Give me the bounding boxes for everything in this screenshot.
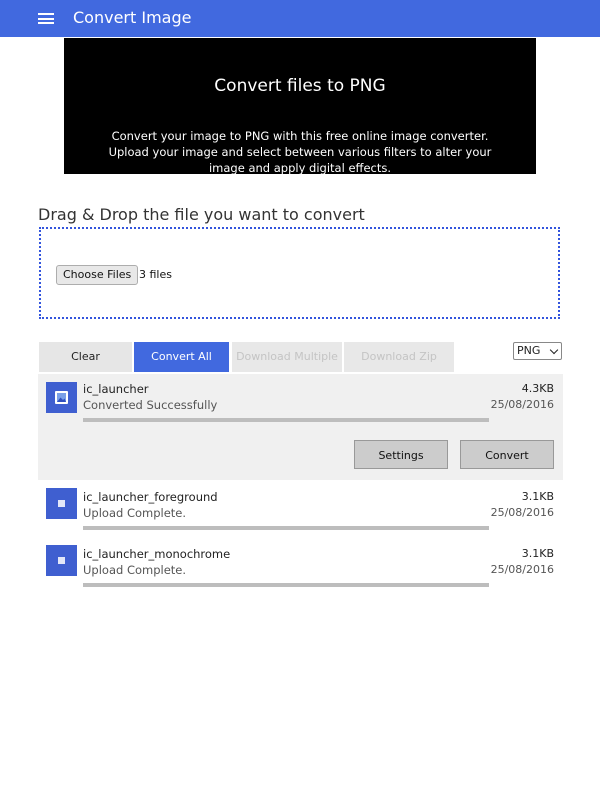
hero-description: Convert your image to PNG with this free… [108,129,492,175]
settings-button[interactable]: Settings [354,440,448,469]
image-icon [46,545,77,576]
file-name: ic_launcher_foreground [83,490,218,504]
progress-bar [83,526,489,530]
image-icon [46,382,77,413]
format-select-value: PNG [517,344,541,357]
file-date: 25/08/2016 [490,398,554,411]
file-status: Upload Complete. [83,563,187,577]
file-name: ic_launcher [83,382,149,396]
file-item[interactable]: ic_launcher_monochrome Upload Complete. … [38,539,563,595]
hamburger-menu-icon[interactable] [38,13,54,24]
hero-banner: Convert files to PNG Convert your image … [64,38,536,175]
dropzone-heading: Drag & Drop the file you want to convert [38,205,365,224]
output-format-select[interactable]: PNG [513,342,562,360]
file-status: Converted Successfully [83,398,218,412]
app-title: Convert Image [73,8,192,27]
file-status: Upload Complete. [83,506,187,520]
progress-fill [83,526,489,530]
file-size: 3.1KB [521,490,554,503]
file-item[interactable]: ic_launcher Converted Successfully 4.3KB… [38,374,563,480]
file-date: 25/08/2016 [490,506,554,519]
progress-fill [83,418,489,422]
file-size: 3.1KB [521,547,554,560]
files-count-label: 3 files [139,268,172,281]
progress-bar [83,583,489,587]
image-icon [46,488,77,519]
file-date: 25/08/2016 [490,563,554,576]
app-bar: Convert Image [0,0,600,37]
chevron-down-icon [549,345,559,355]
file-size: 4.3KB [521,382,554,395]
file-dropzone[interactable]: Choose Files 3 files [39,227,560,319]
choose-files-button[interactable]: Choose Files [56,265,139,285]
convert-button[interactable]: Convert [460,440,554,469]
hero-title: Convert files to PNG [214,76,386,96]
file-name: ic_launcher_monochrome [83,547,231,561]
file-item[interactable]: ic_launcher_foreground Upload Complete. … [38,482,563,538]
progress-fill [83,583,489,587]
convert-all-button[interactable]: Convert All [134,342,229,372]
download-zip-button[interactable]: Download Zip [344,342,454,372]
download-multiple-button[interactable]: Download Multiple [232,342,342,372]
progress-bar [83,418,489,422]
clear-button[interactable]: Clear [39,342,132,372]
